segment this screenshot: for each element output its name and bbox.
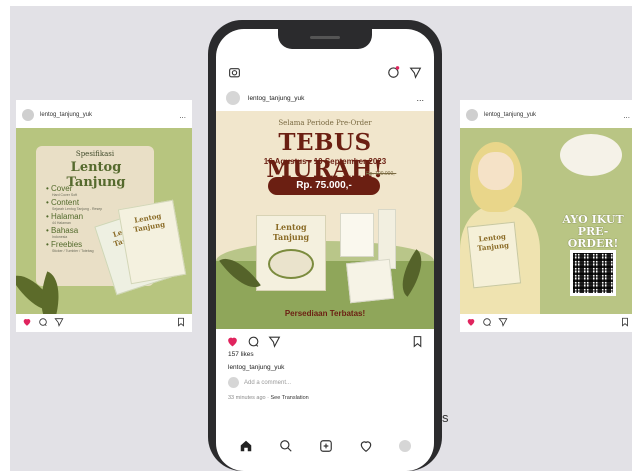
home-icon[interactable] xyxy=(239,439,253,453)
book-title: Lentog Tanjung xyxy=(272,222,310,242)
spec-item: • Cover xyxy=(46,184,73,193)
bottom-nav xyxy=(216,431,434,461)
search-icon[interactable] xyxy=(279,439,293,453)
bookmark-icon[interactable] xyxy=(176,317,186,327)
merch-totebag xyxy=(346,258,394,304)
cta-text: AYO IKUT PRE-ORDER! xyxy=(562,213,624,250)
likes-count[interactable]: 157 likes xyxy=(228,351,254,358)
promo-subtitle: Selama Periode Pre-Order xyxy=(278,119,372,127)
right-post-preview[interactable]: lentog_tanjung_yuk ... Lentog Tanjung AY… xyxy=(460,100,632,332)
book-title: Lentog Tanjung xyxy=(132,211,166,234)
time-ago: 33 minutes ago xyxy=(228,395,266,401)
food-bowl-illustration xyxy=(268,249,314,279)
comment-icon[interactable] xyxy=(38,317,48,327)
promo-footer: Persediaan Terbatas! xyxy=(284,309,366,318)
merch-card xyxy=(340,213,374,257)
bookmark-icon[interactable] xyxy=(620,317,630,327)
post-header: lentog_tanjung_yuk ... xyxy=(216,85,434,111)
share-icon[interactable] xyxy=(498,317,508,327)
stray-text: s xyxy=(442,410,449,425)
comment-icon[interactable] xyxy=(247,335,260,348)
post-image[interactable]: Selama Periode Pre-Order TEBUS MURAH! 16… xyxy=(216,111,434,329)
direct-message-icon[interactable] xyxy=(409,66,422,79)
activity-heart-icon[interactable] xyxy=(359,439,373,453)
post-actions xyxy=(216,329,434,353)
post-username[interactable]: lentog_tanjung_yuk xyxy=(248,95,304,102)
see-translation-link[interactable]: See Translation xyxy=(271,395,309,401)
character-face xyxy=(478,152,514,190)
post-meta: 33 minutes ago · See Translation xyxy=(228,395,309,401)
left-post-image: Spesifikasi Lentog Tanjung • Cover Hard … xyxy=(16,128,192,314)
more-options-icon[interactable]: ... xyxy=(179,111,186,120)
share-icon[interactable] xyxy=(54,317,64,327)
avatar[interactable] xyxy=(22,109,34,121)
promo-dates: 16 Agustus - 10 September 2023 xyxy=(263,157,387,166)
comment-row: Add a comment... xyxy=(228,377,291,388)
camera-icon[interactable] xyxy=(228,66,241,79)
add-post-icon[interactable] xyxy=(319,439,333,453)
left-post-username[interactable]: lentog_tanjung_yuk xyxy=(40,112,92,118)
promo-headline: TEBUS MURAH! xyxy=(266,129,384,183)
left-post-actions xyxy=(16,312,192,332)
phone-screen: lentog_tanjung_yuk ... Selama Periode Pr… xyxy=(216,29,434,471)
food-plate-illustration xyxy=(560,134,622,176)
right-post-actions xyxy=(460,312,632,332)
avatar[interactable] xyxy=(466,109,478,121)
qr-code[interactable] xyxy=(570,250,616,296)
profile-avatar[interactable] xyxy=(399,440,411,452)
book-illustration: Lentog Tanjung xyxy=(466,221,522,289)
more-options-icon[interactable]: ... xyxy=(416,93,424,103)
left-post-header: lentog_tanjung_yuk ... xyxy=(16,100,192,130)
spec-item: • Content xyxy=(46,198,80,207)
heart-icon[interactable] xyxy=(226,335,239,348)
phone-notch xyxy=(278,29,372,49)
caption-username[interactable]: lentog_tanjung_yuk xyxy=(228,364,284,371)
activity-icon[interactable] xyxy=(387,65,401,79)
bookmark-icon[interactable] xyxy=(411,335,424,348)
spec-label: Spesifikasi xyxy=(75,150,115,158)
right-post-header: lentog_tanjung_yuk ... xyxy=(460,100,632,130)
avatar[interactable] xyxy=(226,91,240,105)
book-title: Lentog Tanjung xyxy=(476,231,510,253)
share-icon[interactable] xyxy=(268,335,281,348)
more-options-icon[interactable]: ... xyxy=(623,111,630,120)
comment-input[interactable]: Add a comment... xyxy=(244,380,291,386)
promo-price: Rp. 75.000,- xyxy=(268,177,380,195)
book-illustration: Lentog Tanjung xyxy=(117,199,187,285)
comment-icon[interactable] xyxy=(482,317,492,327)
right-post-image: Lentog Tanjung AYO IKUT PRE-ORDER! xyxy=(460,128,632,314)
avatar xyxy=(228,377,239,388)
right-post-username[interactable]: lentog_tanjung_yuk xyxy=(484,112,536,118)
phone-frame: lentog_tanjung_yuk ... Selama Periode Pr… xyxy=(208,20,442,471)
instagram-top-bar xyxy=(216,59,434,85)
heart-icon[interactable] xyxy=(22,317,32,327)
heart-icon[interactable] xyxy=(466,317,476,327)
left-post-preview[interactable]: lentog_tanjung_yuk ... Spesifikasi Lento… xyxy=(16,100,192,332)
